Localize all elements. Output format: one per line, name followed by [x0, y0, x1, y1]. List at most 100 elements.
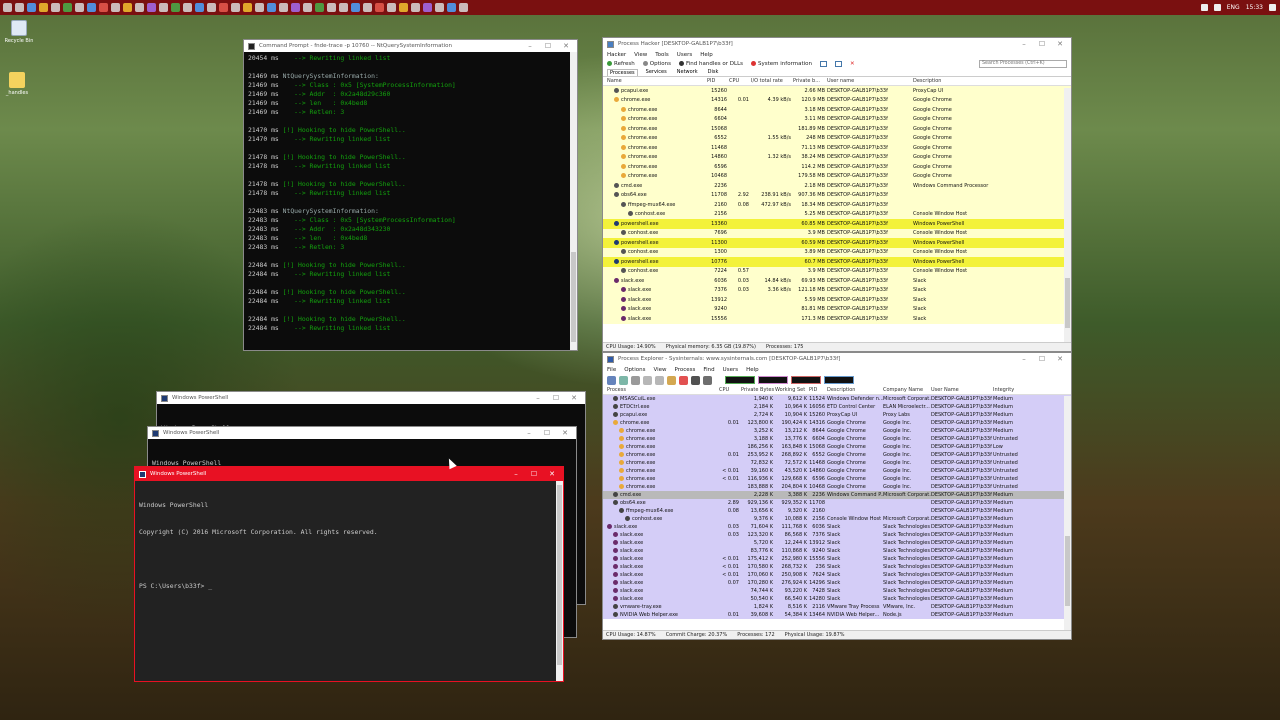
taskbar-app-icon[interactable] [363, 3, 372, 12]
minimize-button[interactable]: – [522, 429, 536, 437]
window-icon[interactable] [835, 61, 843, 67]
process-row[interactable]: slack.exe 0.03 71,604 K 111,768 K 6036 Slack S… [603, 523, 1071, 531]
taskbar-app-icon[interactable] [171, 3, 180, 12]
process-row[interactable]: conhost.exe 9,376 K 10,088 K 2156 Console Wi… [603, 515, 1071, 523]
maximize-button[interactable]: ☐ [1035, 355, 1049, 363]
column-header[interactable]: Description [913, 78, 1009, 84]
process-row[interactable]: chrome.exe < 0.01 116,936 K 129,668 K 6596 Go… [603, 475, 1071, 483]
process-row[interactable]: slack.exe 15556 171.3 MB DESKTOP-GALB1P7\b3… [603, 314, 1071, 324]
process-row[interactable]: slack.exe 50,540 K 66,540 K 14280 Slack Slack… [603, 595, 1071, 603]
process-row[interactable]: chrome.exe 0.01 253,952 K 268,892 K 6552 Goog… [603, 451, 1071, 459]
maximize-button[interactable]: ☐ [541, 42, 555, 50]
process-row[interactable]: chrome.exe 72,832 K 72,572 K 11468 Google Ch… [603, 459, 1071, 467]
close-button[interactable]: ✕ [567, 394, 581, 402]
process-row[interactable]: vmware-tray.exe 1,824 K 8,516 K 2116 VMware … [603, 603, 1071, 611]
task-view-icon[interactable] [15, 3, 24, 12]
menu-find[interactable]: Find [703, 367, 714, 373]
process-row[interactable]: chrome.exe 10468 179.58 MB DESKTOP-GALB1P7\… [603, 171, 1071, 181]
tab-services[interactable]: Services [644, 69, 669, 76]
process-row[interactable]: slack.exe < 0.01 175,412 K 252,980 K 15556 Sl… [603, 555, 1071, 563]
process-row[interactable]: slack.exe < 0.01 170,060 K 250,908 K 7624 Sla… [603, 571, 1071, 579]
process-row[interactable]: powershell.exe 13360 60.85 MB DESKTOP-GALB1… [603, 219, 1071, 229]
process-list-scroll-thumb[interactable] [1065, 278, 1070, 328]
search-processes-input[interactable]: Search Processes (Ctrl+K) [979, 60, 1067, 68]
language-indicator[interactable]: ENG [1227, 4, 1240, 11]
refresh-button[interactable]: Refresh [607, 61, 635, 67]
taskbar-app-icon[interactable] [147, 3, 156, 12]
column-header[interactable]: Company Name [883, 387, 931, 393]
process-row[interactable]: chrome.exe 0.01 123,800 K 190,424 K 14316 Goo… [603, 419, 1071, 427]
taskbar-app-icon[interactable] [327, 3, 336, 12]
taskbar-app-icon[interactable] [435, 3, 444, 12]
minimize-button[interactable]: – [509, 470, 523, 478]
process-row[interactable]: chrome.exe 11468 71.13 MB DESKTOP-GALB1P7\b… [603, 143, 1071, 153]
column-header[interactable]: PID [809, 387, 827, 393]
powershell-back-titlebar[interactable]: Windows PowerShell – ☐ ✕ [157, 392, 585, 404]
process-row[interactable]: chrome.exe 186,256 K 163,848 K 15068 Google … [603, 443, 1071, 451]
maximize-button[interactable]: ☐ [1035, 40, 1049, 48]
window-icon[interactable] [820, 61, 828, 67]
dll-view-icon[interactable] [655, 375, 664, 385]
process-row[interactable]: conhost.exe 2156 5.25 MB DESKTOP-GALB1P7\b3… [603, 209, 1071, 219]
taskbar-app-icon[interactable] [123, 3, 132, 12]
save-icon[interactable] [607, 375, 616, 385]
process-row[interactable]: slack.exe 9240 81.81 MB DESKTOP-GALB1P7\b33… [603, 304, 1071, 314]
taskbar-app-icon[interactable] [387, 3, 396, 12]
process-row[interactable]: conhost.exe 7696 3.9 MB DESKTOP-GALB1P7\b33… [603, 228, 1071, 238]
powershell-middle-titlebar[interactable]: Windows PowerShell – ☐ ✕ [148, 427, 576, 439]
column-header[interactable]: Integrity [993, 387, 1033, 393]
column-header[interactable]: I/O total rate [751, 78, 793, 84]
process-row[interactable]: conhost.exe 1300 3.89 MB DESKTOP-GALB1P7\b3… [603, 247, 1071, 257]
kill-process-icon[interactable] [679, 375, 688, 385]
find-icon[interactable] [691, 375, 700, 385]
process-row[interactable]: cmd.exe 2,228 K 3,388 K 2236 Windows Command… [603, 491, 1071, 499]
column-header[interactable]: User name [827, 78, 913, 84]
taskbar-app-icon[interactable] [411, 3, 420, 12]
command-prompt-window[interactable]: Command Prompt - fnde-trace -p 10760 -- … [243, 39, 578, 351]
start-icon[interactable] [3, 3, 12, 12]
taskbar-app-icon[interactable] [459, 3, 468, 12]
menu-help[interactable]: Help [746, 367, 759, 373]
process-row[interactable]: obs64.exe 2.89 929,136 K 929,352 K 11708 DESK… [603, 499, 1071, 507]
system-information-button[interactable]: System information [751, 61, 812, 67]
taskbar-app-icon[interactable] [279, 3, 288, 12]
process-row[interactable]: chrome.exe 6552 1.55 kB/s 248 MB DESKTOP-GAL… [603, 133, 1071, 143]
close-button[interactable]: ✕ [559, 42, 573, 50]
process-hacker-window[interactable]: Process Hacker [DESKTOP-GALB1P7\b33f] – … [602, 37, 1072, 352]
close-button[interactable]: ✕ [558, 429, 572, 437]
menu-help[interactable]: Help [700, 52, 713, 58]
column-header[interactable]: Private b... [793, 78, 827, 84]
refresh-icon[interactable] [619, 375, 628, 385]
column-header[interactable]: User Name [931, 387, 993, 393]
taskbar-app-icon[interactable] [375, 3, 384, 12]
recycle-bin-desktop-icon[interactable]: Recycle Bin [2, 20, 36, 44]
properties-icon[interactable] [667, 375, 676, 385]
minimize-button[interactable]: – [1017, 40, 1031, 48]
handles-folder-desktop-icon[interactable]: _handles [0, 72, 34, 96]
process-row[interactable]: slack.exe 0.03 123,320 K 86,568 K 7376 Slack S… [603, 531, 1071, 539]
taskbar-app-icon[interactable] [111, 3, 120, 12]
process-row[interactable]: slack.exe < 0.01 170,580 K 268,732 K 236 Slac… [603, 563, 1071, 571]
close-button[interactable]: ✕ [545, 470, 559, 478]
taskbar-app-icon[interactable] [351, 3, 360, 12]
taskbar-app-icon[interactable] [51, 3, 60, 12]
column-header[interactable]: CPU [719, 387, 741, 393]
minimize-button[interactable]: – [531, 394, 545, 402]
menu-file[interactable]: File [607, 367, 616, 373]
powershell-active-titlebar[interactable]: Windows PowerShell – ☐ ✕ [135, 467, 563, 481]
process-row[interactable]: slack.exe 0.07 170,280 K 276,924 K 14296 Slac… [603, 579, 1071, 587]
menu-view[interactable]: View [634, 52, 647, 58]
menu-users[interactable]: Users [723, 367, 738, 373]
column-header[interactable]: CPU [729, 78, 751, 84]
taskbar-app-icon[interactable] [195, 3, 204, 12]
maximize-button[interactable]: ☐ [527, 470, 541, 478]
target-icon[interactable] [703, 375, 712, 385]
taskbar-app-icon[interactable] [303, 3, 312, 12]
command-prompt-console[interactable]: 20454 ms --> Rewriting linked list 21469… [244, 52, 577, 350]
tab-disk[interactable]: Disk [706, 69, 721, 76]
process-list-scrollbar[interactable] [1064, 88, 1071, 342]
taskbar-app-icon[interactable] [399, 3, 408, 12]
taskbar-app-icon[interactable] [75, 3, 84, 12]
process-row[interactable]: chrome.exe 6596 114.2 MB DESKTOP-GALB1P7\b3… [603, 162, 1071, 172]
process-row[interactable]: chrome.exe 3,252 K 13,212 K 8644 Google Chro… [603, 427, 1071, 435]
